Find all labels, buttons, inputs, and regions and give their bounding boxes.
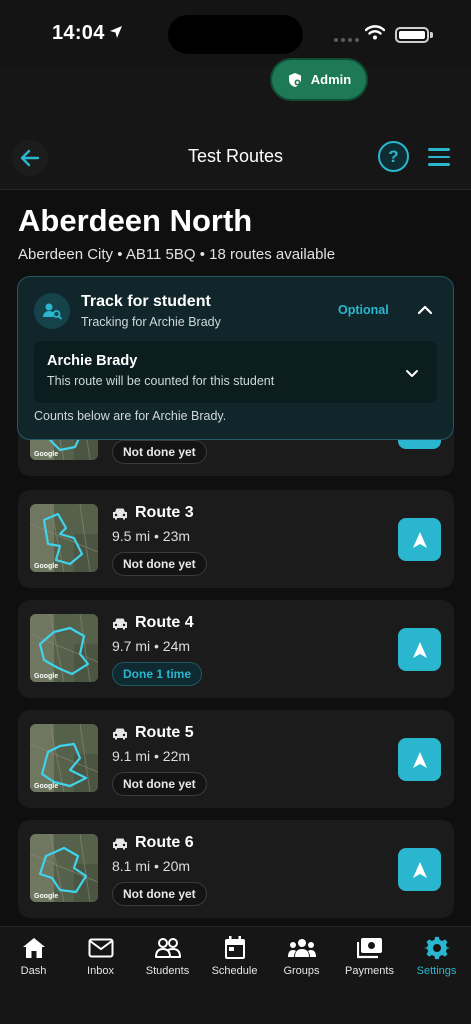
route-stats: 8.1 mi • 20m	[112, 858, 191, 874]
route-map-thumbnail: Google	[30, 834, 98, 902]
map-attribution: Google	[34, 563, 59, 570]
route-name: Route 5	[135, 724, 194, 741]
car-icon	[113, 618, 127, 629]
tab-label: Payments	[345, 965, 394, 977]
navigation-arrow-icon	[412, 751, 427, 768]
route-status-badge: Not done yet	[112, 552, 207, 576]
home-icon	[22, 935, 46, 961]
route-name: Route 3	[135, 504, 194, 521]
tab-schedule[interactable]: Schedule	[201, 935, 268, 977]
tab-settings[interactable]: Settings	[403, 935, 470, 977]
route-card[interactable]: Google Route 3 9.5 mi • 23m Not done yet	[18, 490, 454, 588]
route-stats: 9.1 mi • 22m	[112, 748, 191, 764]
car-icon	[113, 838, 127, 849]
menu-icon[interactable]	[428, 148, 450, 171]
tab-label: Dash	[20, 965, 47, 977]
track-student-panel: Track for student Tracking for Archie Br…	[17, 276, 454, 440]
payments-icon	[356, 935, 383, 961]
counts-note: Counts below are for Archie Brady.	[34, 409, 227, 423]
people-icon	[154, 935, 181, 961]
tab-label: Students	[145, 965, 190, 977]
status-bar: 14:04	[0, 0, 471, 66]
start-route-button[interactable]	[398, 848, 441, 891]
route-card[interactable]: Google Route 6 8.1 mi • 20m Not done yet	[18, 820, 454, 918]
group-icon	[287, 935, 316, 961]
tab-label: Settings	[416, 965, 457, 977]
start-route-button[interactable]	[398, 738, 441, 781]
chevron-down-icon	[406, 370, 418, 377]
track-title: Track for student	[81, 293, 211, 310]
location-meta: Aberdeen City • AB11 5BQ • 18 routes ava…	[18, 246, 336, 263]
route-name: Route 4	[135, 614, 194, 631]
tab-payments[interactable]: Payments	[336, 935, 403, 977]
location-arrow-icon	[110, 26, 122, 38]
optional-badge: Optional	[338, 303, 389, 317]
route-status-badge: Not done yet	[112, 440, 207, 464]
wifi-icon	[365, 25, 385, 40]
route-card[interactable]: Google Route 4 9.7 mi • 24m Done 1 time	[18, 600, 454, 698]
map-attribution: Google	[34, 451, 59, 458]
student-name: Archie Brady	[47, 353, 138, 369]
student-note: This route will be counted for this stud…	[47, 374, 275, 388]
route-status-badge: Not done yet	[112, 772, 207, 796]
map-attribution: Google	[34, 783, 59, 790]
calendar-icon	[224, 935, 246, 961]
map-attribution: Google	[34, 893, 59, 900]
tab-students[interactable]: Students	[134, 935, 201, 977]
tab-bar: Dash Inbox Students Schedule Groups Payments S…	[0, 926, 471, 1024]
route-status-badge: Done 1 time	[112, 662, 203, 686]
dynamic-island	[168, 15, 303, 54]
route-stats: 9.7 mi • 24m	[112, 638, 191, 654]
admin-label: Admin	[310, 72, 352, 87]
chevron-up-icon[interactable]	[416, 301, 434, 319]
track-subtitle: Tracking for Archie Brady	[81, 315, 221, 329]
tab-groups[interactable]: Groups	[268, 935, 335, 977]
navigation-arrow-icon	[412, 531, 427, 548]
location-name: Aberdeen North	[18, 203, 253, 238]
mail-icon	[88, 935, 114, 961]
tab-label: Inbox	[87, 965, 114, 977]
student-search-icon	[34, 293, 70, 329]
help-label: ?	[388, 146, 399, 166]
tab-label: Schedule	[211, 965, 258, 977]
tab-inbox[interactable]: Inbox	[67, 935, 134, 977]
tab-dash[interactable]: Dash	[0, 935, 67, 977]
shield-icon	[288, 72, 301, 87]
tab-label: Groups	[283, 965, 320, 977]
admin-button[interactable]: Admin	[272, 60, 366, 99]
battery-icon	[395, 27, 429, 43]
car-icon	[113, 508, 127, 519]
map-attribution: Google	[34, 673, 59, 680]
header	[0, 66, 471, 190]
routes-list[interactable]: Google Not done yet Google Route 3 9.5 mi • …	[0, 432, 471, 926]
route-status-badge: Not done yet	[112, 882, 207, 906]
gear-icon	[423, 935, 450, 961]
signal-icon	[334, 38, 359, 42]
student-select[interactable]: Archie Brady This route will be counted …	[34, 341, 437, 403]
status-time: 14:04	[52, 22, 105, 44]
start-route-button[interactable]	[398, 518, 441, 561]
route-map-thumbnail: Google	[30, 504, 98, 572]
route-card[interactable]: Google Route 5 9.1 mi • 22m Not done yet	[18, 710, 454, 808]
navigation-arrow-icon	[412, 861, 427, 878]
navigation-arrow-icon	[412, 641, 427, 658]
route-map-thumbnail: Google	[30, 724, 98, 792]
route-stats: 9.5 mi • 23m	[112, 528, 191, 544]
route-map-thumbnail: Google	[30, 614, 98, 682]
car-icon	[113, 728, 127, 739]
route-name: Route 6	[135, 834, 194, 851]
start-route-button[interactable]	[398, 628, 441, 671]
help-button[interactable]: ?	[378, 141, 409, 172]
